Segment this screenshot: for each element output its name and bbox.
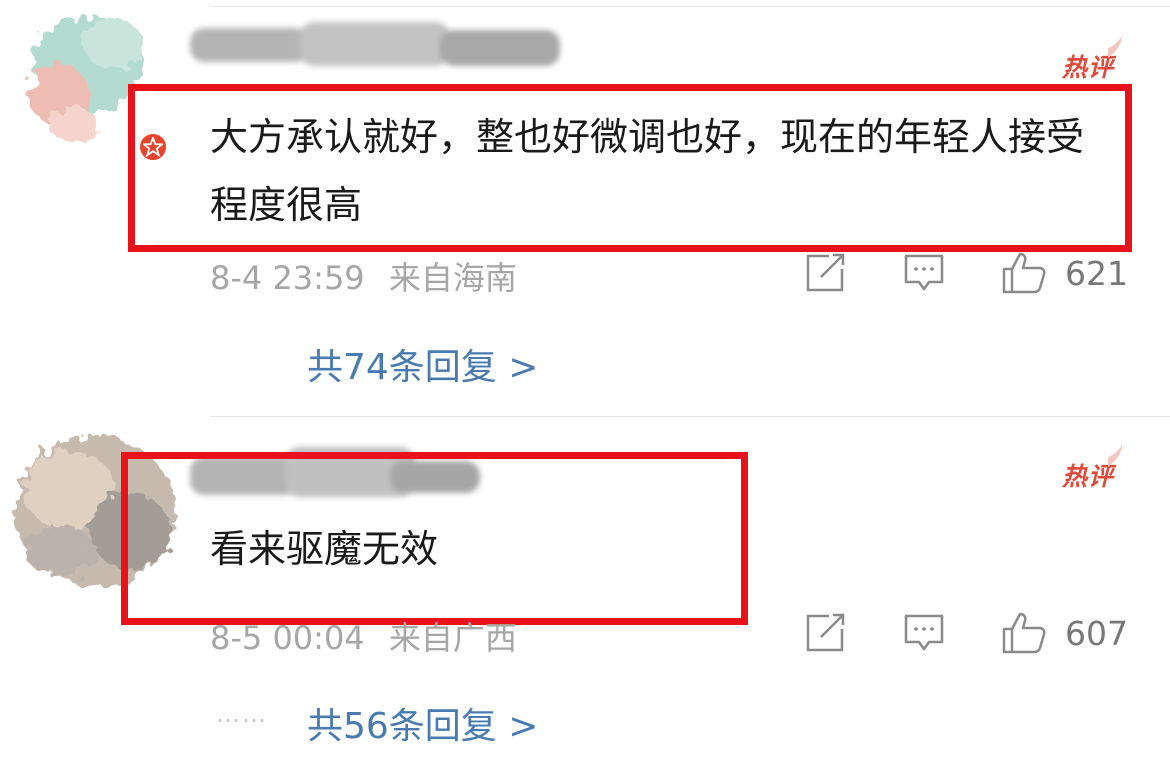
- location: 来自海南: [388, 259, 517, 297]
- like-button[interactable]: 621: [1001, 251, 1128, 295]
- share-button[interactable]: [805, 613, 847, 653]
- comment-icon: [904, 614, 944, 651]
- action-bar: 621: [805, 251, 1128, 295]
- comment-meta: 8-5 00:04 来自广西: [210, 613, 517, 659]
- username-blurred[interactable]: [190, 20, 570, 76]
- hot-comment-tag: 热评: [1062, 36, 1122, 84]
- timestamp: 8-5 00:04: [210, 619, 365, 657]
- share-icon: [806, 613, 845, 652]
- share-button[interactable]: [805, 253, 847, 293]
- comment-item: 热评 大方承认就好，整也好微调也好，现在的年轻人接受程度很高 8-4 23:59…: [0, 0, 1170, 416]
- flame-icon: [1108, 36, 1122, 58]
- comment-icon: [904, 254, 944, 291]
- location: 来自广西: [388, 619, 517, 657]
- star-badge-icon: [137, 131, 169, 163]
- comment-meta: 8-4 23:59 来自海南: [210, 253, 517, 299]
- like-icon: [1002, 612, 1046, 654]
- comment-item: 热评 看来驱魔无效 8-5 00:04 来自广西 607 …… 共56条回复 >: [0, 417, 1170, 773]
- like-button[interactable]: 607: [1001, 611, 1128, 655]
- view-replies-link[interactable]: 共74条回复 >: [307, 338, 538, 390]
- reply-dots: ……: [216, 700, 268, 728]
- comment-text: 看来驱魔无效: [210, 527, 439, 571]
- flame-icon: [1108, 445, 1122, 467]
- like-icon: [1002, 252, 1046, 294]
- username-blurred[interactable]: [190, 447, 480, 503]
- comment-button[interactable]: [903, 252, 945, 294]
- timestamp: 8-4 23:59: [210, 259, 365, 297]
- action-bar: 607: [805, 611, 1128, 655]
- like-count: 621: [1065, 253, 1128, 293]
- view-replies-link[interactable]: 共56条回复 >: [307, 697, 538, 749]
- like-count: 607: [1065, 613, 1128, 653]
- hot-comment-tag: 热评: [1062, 445, 1122, 493]
- avatar[interactable]: [0, 421, 200, 611]
- comment-button[interactable]: [903, 612, 945, 654]
- comment-text: 大方承认就好，整也好微调也好，现在的年轻人接受程度很高: [210, 115, 1085, 227]
- share-icon: [806, 253, 845, 292]
